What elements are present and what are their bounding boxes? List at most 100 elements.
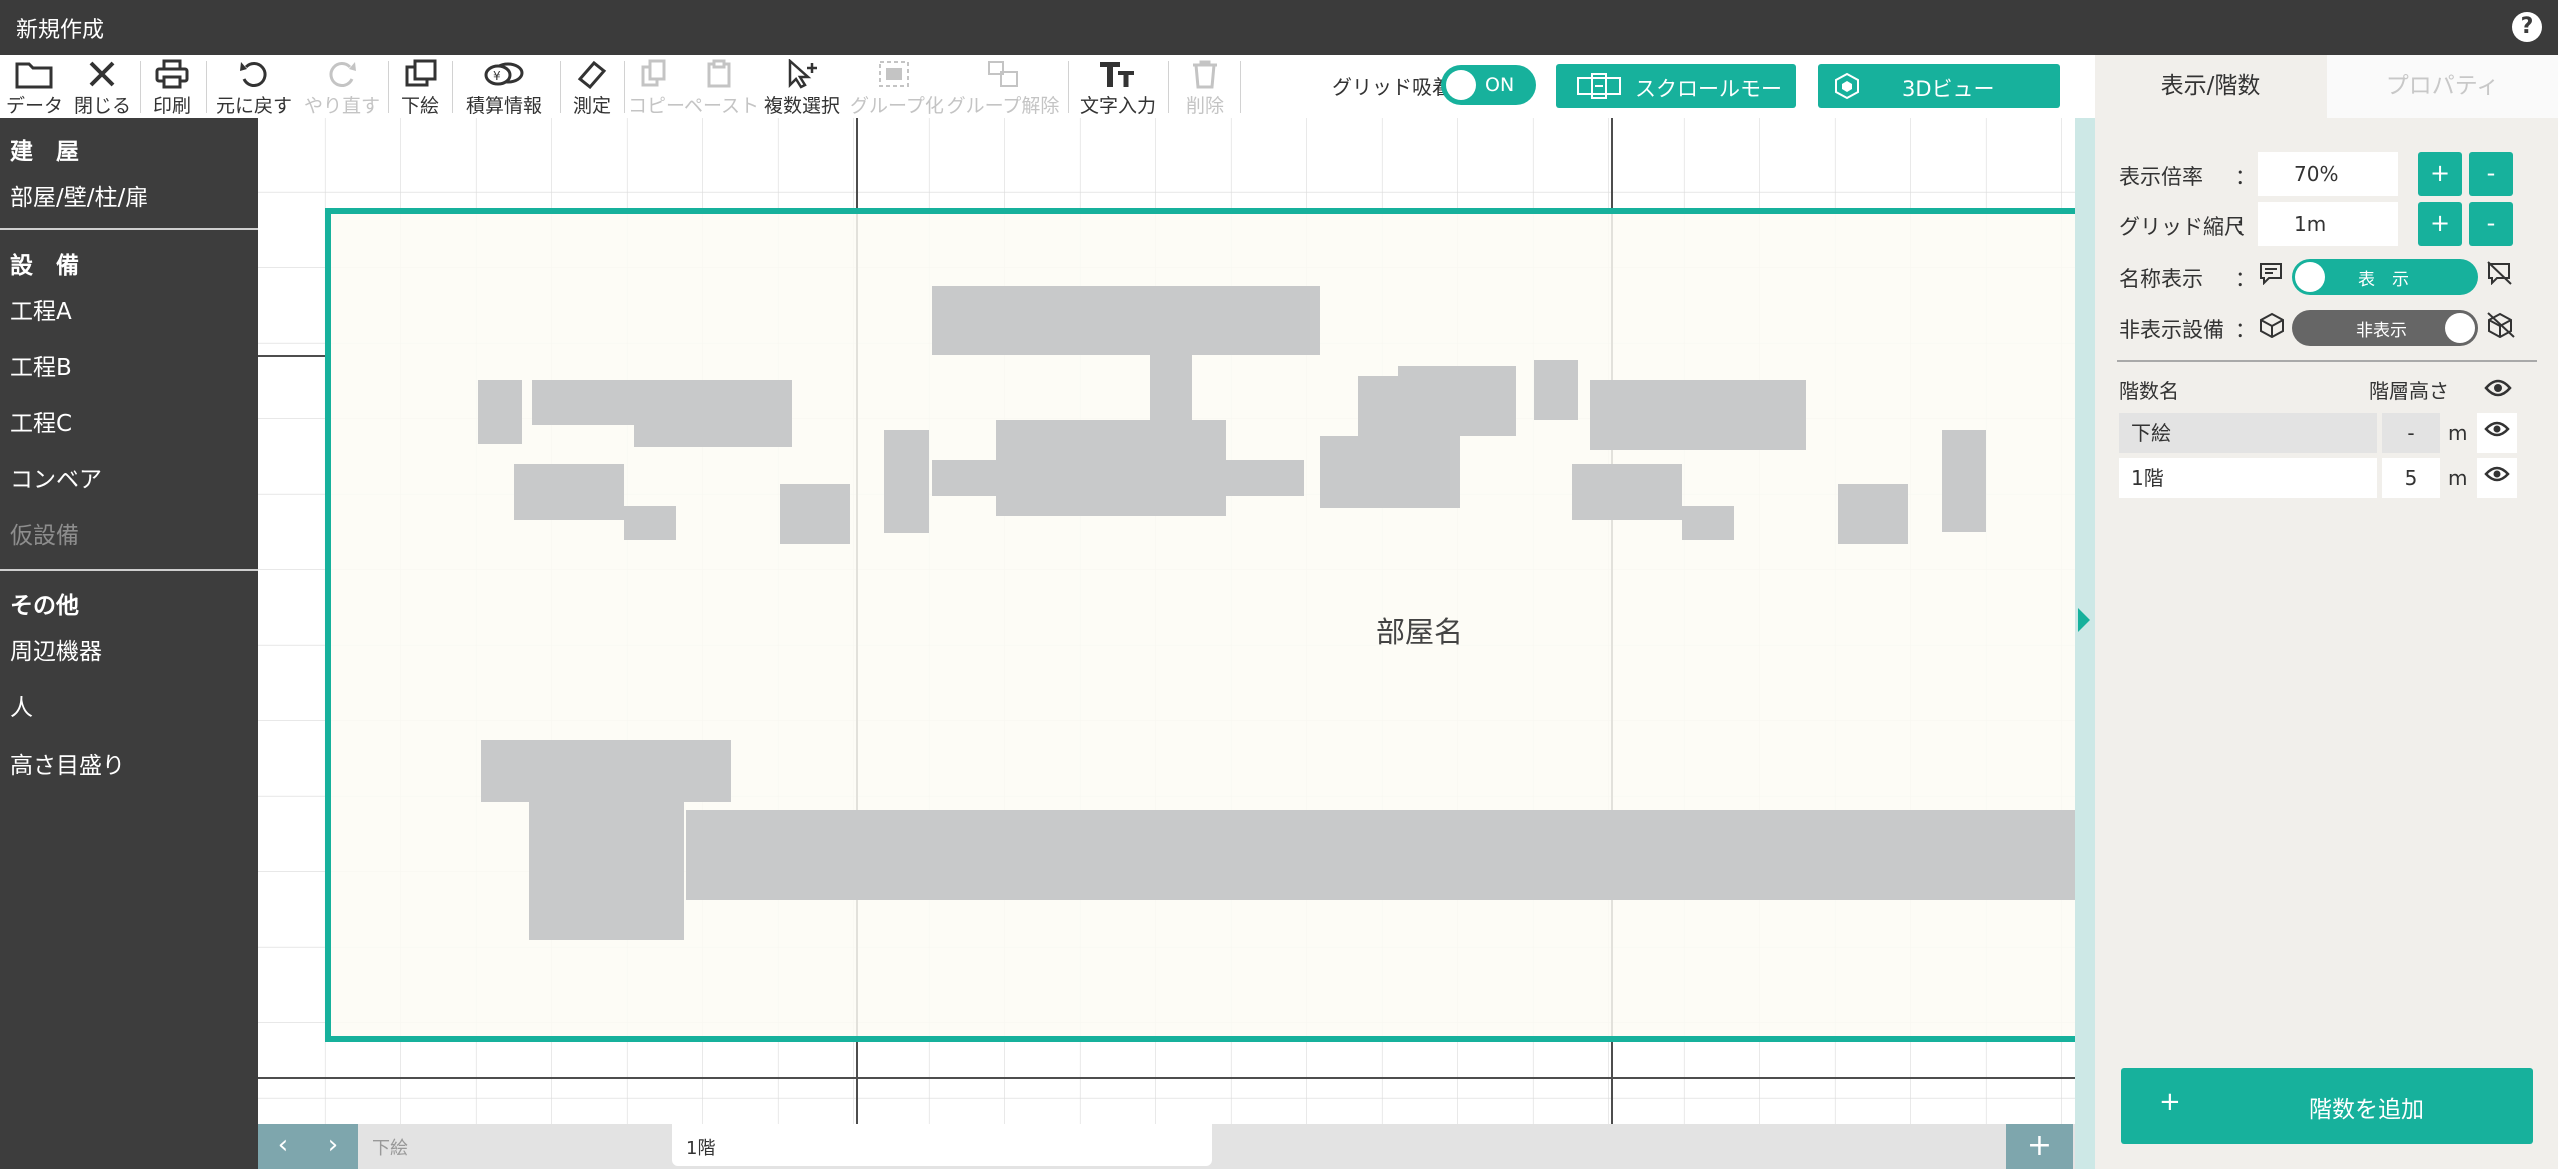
hidden-equipment-toggle[interactable]: 非表示 xyxy=(2292,310,2478,346)
tab-display-floors[interactable]: 表示/階数 xyxy=(2095,55,2326,118)
underlay-button[interactable]: 下絵 xyxy=(394,55,446,119)
grid-scale-input[interactable]: 1m xyxy=(2258,202,2398,246)
add-tab-button[interactable]: + xyxy=(2006,1124,2073,1169)
sidebar-item-room-wall[interactable]: 部屋/壁/柱/扉 xyxy=(10,178,148,212)
equipment-block[interactable] xyxy=(1682,506,1734,540)
floor-visibility-toggle[interactable] xyxy=(2477,413,2517,453)
next-tab-button[interactable]: › xyxy=(308,1124,358,1169)
equipment-block[interactable] xyxy=(1150,354,1192,420)
equipment-block[interactable] xyxy=(1942,430,1986,532)
text-input-button[interactable]: 文字入力 xyxy=(1074,55,1162,119)
view-3d-button[interactable]: 3Dビュー xyxy=(1818,64,2060,108)
copy-button[interactable]: コピー xyxy=(628,55,685,119)
expand-arrow-icon[interactable] xyxy=(2078,608,2090,632)
group-button[interactable]: グループ化 xyxy=(850,55,944,119)
cube-icon xyxy=(1834,72,1860,105)
sidebar-item-conveyor[interactable]: コンベア xyxy=(10,460,102,494)
colon: ： xyxy=(2235,318,2256,342)
scroll-mode-button[interactable]: スクロールモード xyxy=(1556,64,1796,131)
help-icon[interactable]: ? xyxy=(2512,12,2542,42)
equipment-block[interactable] xyxy=(481,740,731,802)
toggle-knob xyxy=(2445,313,2475,343)
floor-height-cell[interactable]: 5 xyxy=(2382,458,2440,498)
equipment-block[interactable] xyxy=(1398,366,1516,436)
floor-name-cell[interactable]: 1階 xyxy=(2119,458,2377,498)
grid-snap-label: グリッド吸着 xyxy=(1332,75,1452,99)
estimate-button[interactable]: ¥ 積算情報 xyxy=(458,55,550,119)
sidebar-item-process-c[interactable]: 工程C xyxy=(10,404,72,438)
equipment-block[interactable] xyxy=(1838,484,1908,544)
equipment-block[interactable] xyxy=(532,380,792,425)
zoom-out-button[interactable]: - xyxy=(2469,152,2513,196)
colon: ： xyxy=(2235,215,2256,239)
name-display-toggle[interactable]: 表 示 xyxy=(2292,259,2478,295)
equipment-block[interactable] xyxy=(1320,436,1460,508)
box-hidden-icon xyxy=(2487,312,2515,344)
zoom-in-button[interactable]: + xyxy=(2418,152,2462,196)
undo-button[interactable]: 元に戻す xyxy=(212,55,296,119)
data-button[interactable]: データ xyxy=(6,55,63,119)
floor-plan-canvas[interactable]: 部屋名 xyxy=(258,118,2075,1124)
tab-properties[interactable]: プロパティ xyxy=(2327,55,2558,118)
grid-scale-up-button[interactable]: + xyxy=(2418,202,2462,246)
close-button[interactable]: 閉じる xyxy=(74,55,131,119)
tab-floor-1[interactable]: 1階 xyxy=(672,1124,1212,1166)
equipment-block[interactable] xyxy=(686,810,2075,900)
equipment-block[interactable] xyxy=(884,430,929,533)
panel-collapse-strip[interactable] xyxy=(2075,118,2095,1169)
eye-icon xyxy=(2484,421,2510,437)
section-heading-building: 建 屋 xyxy=(10,139,79,165)
floor-visibility-toggle[interactable] xyxy=(2477,458,2517,498)
toolbar-separator xyxy=(1068,61,1069,113)
sidebar-item-temporary[interactable]: 仮設備 xyxy=(10,516,79,550)
equipment-block[interactable] xyxy=(529,802,684,940)
trash-icon xyxy=(1176,55,1234,91)
scroll-mode-icon xyxy=(1576,72,1622,105)
sidebar-item-peripherals[interactable]: 周辺機器 xyxy=(10,632,102,666)
zoom-input[interactable]: 70% xyxy=(2258,152,2398,196)
sidebar-item-process-a[interactable]: 工程A xyxy=(10,292,72,326)
floor-height-cell[interactable]: - xyxy=(2382,413,2440,453)
sidebar-item-process-b[interactable]: 工程B xyxy=(10,348,72,382)
sidebar-item-person[interactable]: 人 xyxy=(10,688,33,722)
ruler-icon xyxy=(566,55,618,91)
close-icon xyxy=(74,55,130,91)
equipment-block[interactable] xyxy=(624,506,676,540)
toolbar-separator xyxy=(1240,61,1241,113)
sidebar-item-height-scale[interactable]: 高さ目盛り xyxy=(10,746,125,780)
equipment-block[interactable] xyxy=(514,464,624,520)
speech-bubble-icon xyxy=(2259,261,2283,291)
equipment-block[interactable] xyxy=(634,423,792,447)
grid-snap-toggle[interactable]: ON xyxy=(1441,65,1536,105)
yen-coins-icon: ¥ xyxy=(458,55,550,91)
ungroup-button[interactable]: グループ解除 xyxy=(944,55,1062,119)
add-floor-button[interactable]: + 階数を追加 xyxy=(2121,1068,2533,1144)
multi-select-button[interactable]: 複数選択 xyxy=(758,55,846,119)
sidebar-divider xyxy=(0,228,258,230)
group-icon xyxy=(850,55,938,91)
equipment-block[interactable] xyxy=(1572,464,1682,520)
equipment-block[interactable] xyxy=(932,286,1320,355)
equipment-block[interactable] xyxy=(780,484,850,544)
eye-icon[interactable] xyxy=(2484,378,2512,404)
measure-button[interactable]: 測定 xyxy=(566,55,618,119)
equipment-block[interactable] xyxy=(1590,380,1806,450)
equipment-block[interactable] xyxy=(1534,360,1578,420)
grid-scale-down-button[interactable]: - xyxy=(2469,202,2513,246)
paste-button[interactable]: ペースト xyxy=(684,55,759,119)
print-button[interactable]: 印刷 xyxy=(146,55,198,119)
copy-icon xyxy=(628,55,680,91)
eye-icon xyxy=(2484,466,2510,482)
floor-name-cell[interactable]: 下絵 xyxy=(2119,413,2377,453)
delete-button[interactable]: 削除 xyxy=(1176,55,1234,119)
tab-underlay[interactable]: 下絵 xyxy=(358,1124,658,1166)
room-name-label[interactable]: 部屋名 xyxy=(1376,609,1463,651)
equipment-block[interactable] xyxy=(932,460,1304,496)
undo-icon xyxy=(212,55,296,91)
prev-tab-button[interactable]: ‹ xyxy=(258,1124,308,1169)
equipment-block[interactable] xyxy=(478,380,522,444)
floor-plan-drawing[interactable] xyxy=(258,118,2075,1124)
unit-label: m xyxy=(2448,421,2468,445)
redo-button[interactable]: やり直す xyxy=(302,55,382,119)
window-title: 新規作成 xyxy=(16,18,105,43)
